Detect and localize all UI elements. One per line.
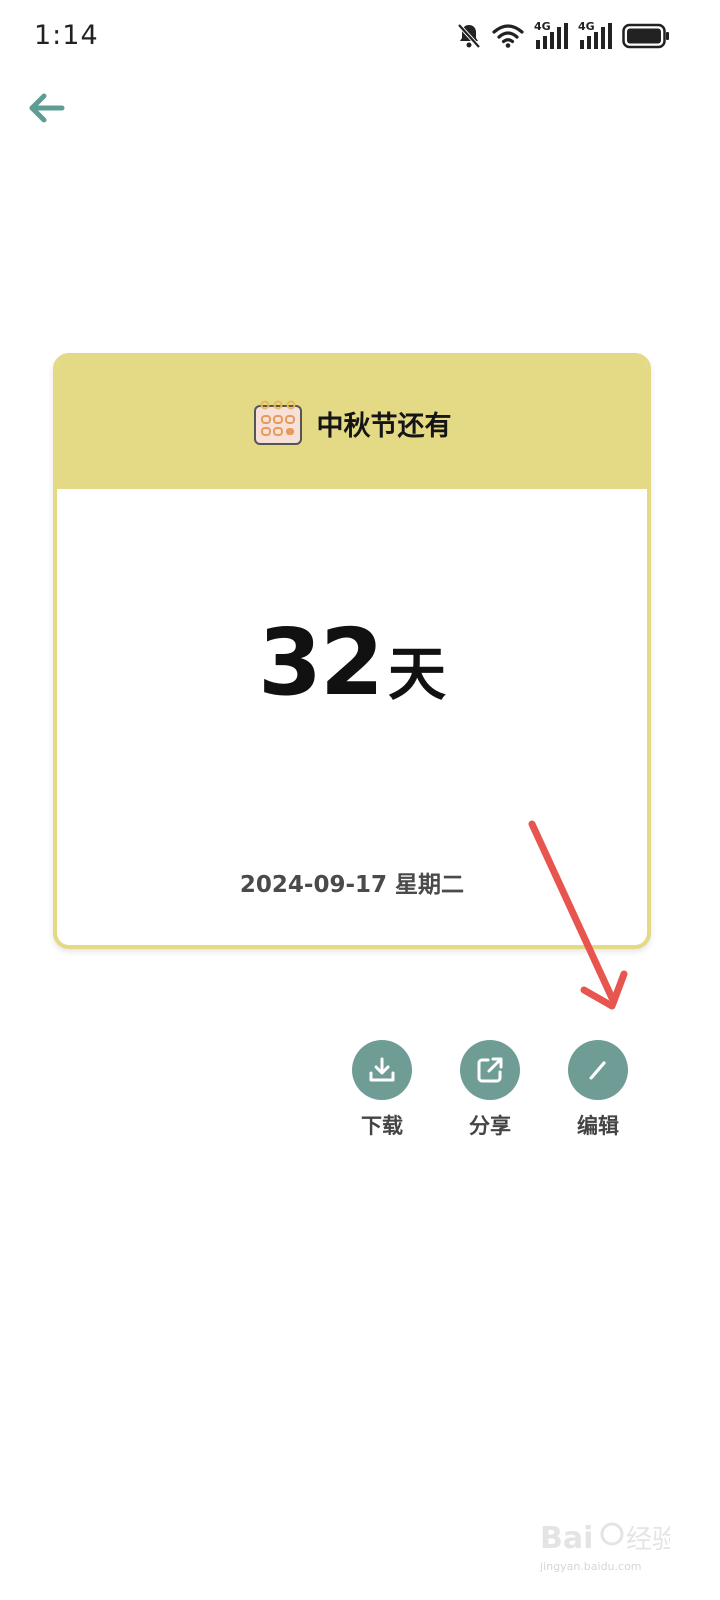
days-count: 32 xyxy=(257,609,384,716)
svg-text:Bai: Bai xyxy=(540,1521,593,1556)
annotation-arrow xyxy=(528,820,628,1010)
edit-label: 编辑 xyxy=(577,1114,619,1138)
share-button[interactable]: 分享 xyxy=(450,1040,530,1140)
download-button[interactable]: 下载 xyxy=(342,1040,422,1140)
download-label: 下载 xyxy=(361,1114,403,1138)
watermark: Bai 经验 jingyan.baidu.com xyxy=(540,1510,680,1580)
bell-off-icon xyxy=(457,23,481,49)
baidu-logo-icon: Bai 经验 xyxy=(540,1521,678,1556)
edit-button[interactable]: 编辑 xyxy=(558,1040,638,1140)
days-unit: 天 xyxy=(388,640,447,708)
calendar-icon xyxy=(253,400,302,445)
pencil-icon xyxy=(589,1061,606,1080)
status-icons: 4G 4G xyxy=(456,20,670,50)
card-title: 中秋节还有 xyxy=(316,410,452,442)
back-button[interactable] xyxy=(24,86,70,132)
share-circle xyxy=(460,1040,520,1100)
signal-4g-icon: 4G xyxy=(578,20,612,50)
countdown-value: 32 天 xyxy=(57,609,647,716)
edit-circle xyxy=(568,1040,628,1100)
card-header: 中秋节还有 xyxy=(57,357,647,489)
wifi-icon xyxy=(492,24,524,48)
battery-icon xyxy=(622,23,669,49)
signal-4g-icon: 4G xyxy=(534,20,568,50)
watermark-text: jingyan.baidu.com xyxy=(540,1560,642,1573)
share-icon xyxy=(477,1057,503,1083)
download-circle xyxy=(352,1040,412,1100)
status-time: 1:14 xyxy=(34,20,99,51)
download-icon xyxy=(369,1057,395,1082)
arrow-left-icon xyxy=(29,93,65,123)
svg-text:经验: 经验 xyxy=(626,1525,670,1555)
share-label: 分享 xyxy=(469,1114,511,1138)
status-bar: 1:14 4G 4G xyxy=(0,0,720,76)
